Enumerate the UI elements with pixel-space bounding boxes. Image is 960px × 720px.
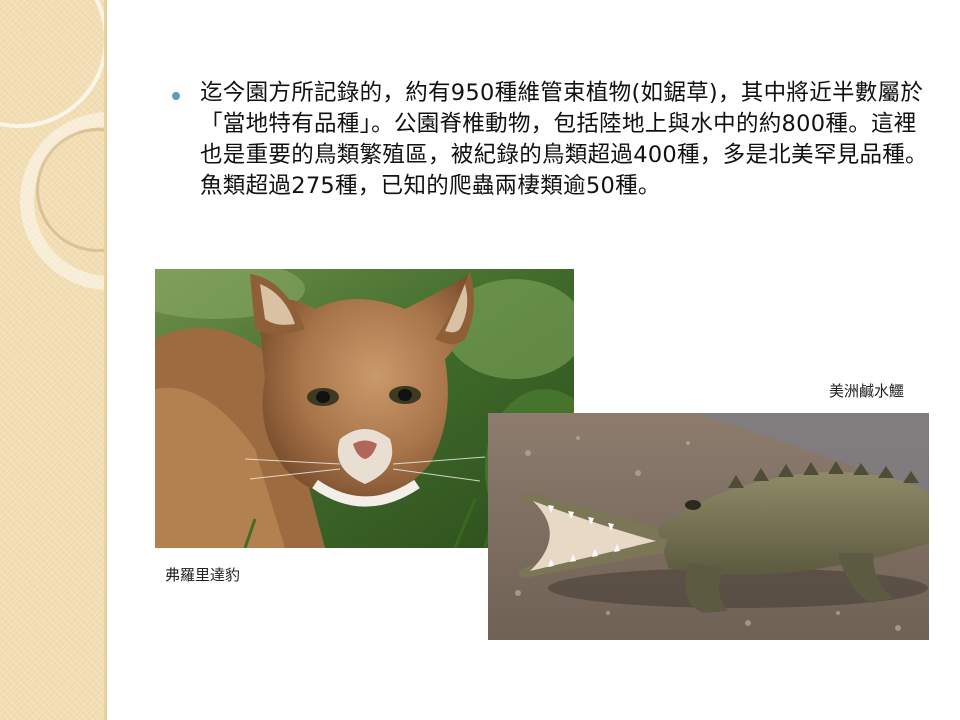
bullet-icon <box>172 92 180 100</box>
crocodile-caption: 美洲鹹水鱷 <box>829 382 905 400</box>
decorative-ring <box>0 0 106 128</box>
sidebar-edge <box>104 0 107 720</box>
cougar-caption: 弗羅里達豹 <box>165 566 241 584</box>
bullet-text: 迄今園方所記錄的，約有950種維管束植物(如鋸草)，其中將近半數屬於「當地特有品… <box>200 80 928 199</box>
bullet-item: 迄今園方所記錄的，約有950種維管束植物(如鋸草)，其中將近半數屬於「當地特有品… <box>172 78 932 202</box>
crocodile-photo <box>488 413 929 640</box>
decorative-sidebar <box>0 0 106 720</box>
